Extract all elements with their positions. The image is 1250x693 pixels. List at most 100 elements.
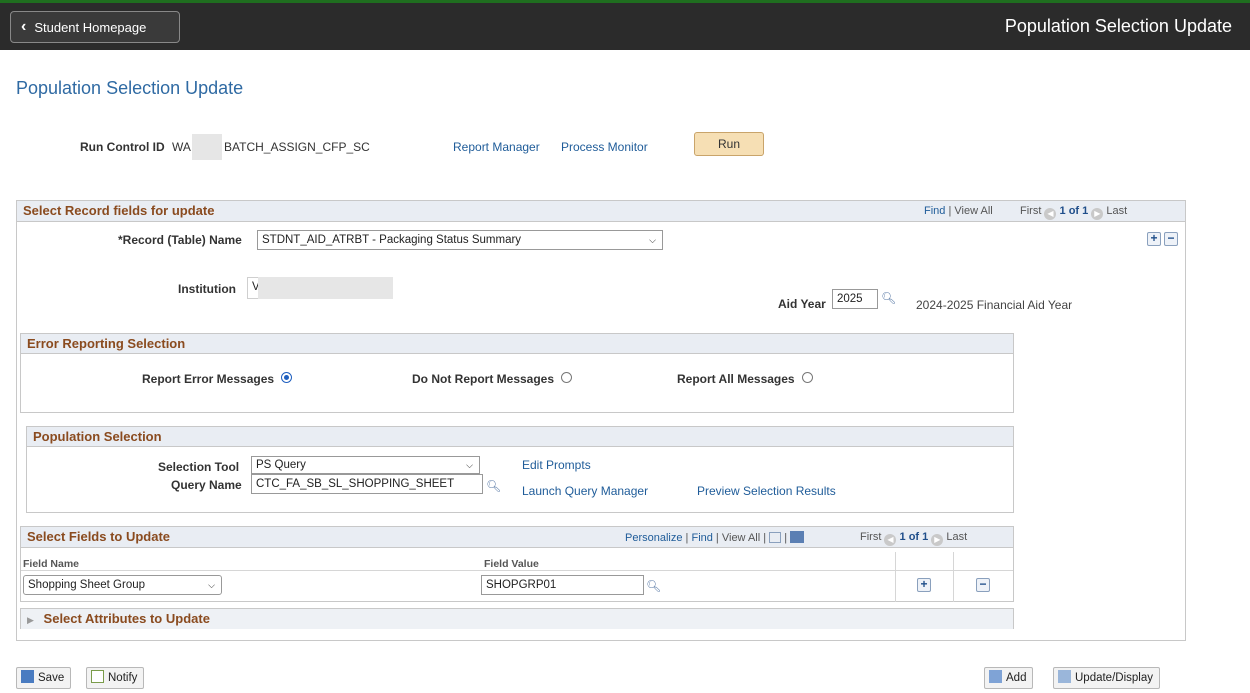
delete-row-icon[interactable]: − <box>976 578 990 592</box>
record-nav: Find | View All <box>924 205 993 217</box>
field-value-input[interactable]: SHOPGRP01 <box>481 575 644 595</box>
fields-first-label[interactable]: First <box>860 531 881 543</box>
personalize-link[interactable]: Personalize <box>625 532 682 544</box>
add-row-icon[interactable]: + <box>917 578 931 592</box>
attributes-update-title: Select Attributes to Update <box>43 611 210 626</box>
expand-arrow-icon[interactable]: ▶ <box>27 615 34 625</box>
selection-tool-label: Selection Tool <box>158 460 240 474</box>
notify-label: Notify <box>108 672 138 684</box>
selection-tool-select[interactable]: PS Query ⌵ <box>251 456 480 474</box>
do-not-report-radio[interactable] <box>561 372 573 383</box>
population-selection-title: Population Selection <box>33 429 162 444</box>
update-display-label: Update/Display <box>1075 672 1153 684</box>
save-icon <box>21 670 34 683</box>
edit-prompts-link[interactable]: Edit Prompts <box>522 458 591 472</box>
delete-row-icon[interactable]: − <box>1164 232 1178 246</box>
record-pager: First ◀ 1 of 1 ▶ Last <box>1020 205 1127 220</box>
error-reporting-title: Error Reporting Selection <box>27 336 186 351</box>
student-homepage-label: Student Homepage <box>34 19 147 35</box>
field-name-column-header: Field Name <box>23 558 80 570</box>
run-control-value-prefix: WA <box>172 140 191 154</box>
report-error-messages-option[interactable]: Report Error Messages <box>142 372 293 386</box>
fields-find-link[interactable]: Find <box>691 532 712 544</box>
query-name-label: Query Name <box>171 478 242 492</box>
report-all-option[interactable]: Report All Messages <box>677 372 813 386</box>
record-name-value: STDNT_AID_ATRBT - Packaging Status Summa… <box>262 234 522 246</box>
banner-title: Population Selection Update <box>1004 16 1232 36</box>
record-view-all-link[interactable]: View All <box>954 205 992 217</box>
field-value-value: SHOPGRP01 <box>486 579 557 591</box>
fields-nav: Personalize | Find | View All | | <box>625 531 805 544</box>
query-name-value: CTC_FA_SB_SL_SHOPPING_SHEET <box>256 478 455 490</box>
record-last-label[interactable]: Last <box>1106 205 1127 217</box>
population-selection-header: Population Selection <box>27 427 1013 447</box>
top-banner: ‹ Student Homepage Population Selection … <box>0 0 1250 50</box>
fields-view-all-link[interactable]: View All <box>722 532 760 544</box>
record-fields-header: Select Record fields for update <box>17 201 1185 222</box>
record-fields-title: Select Record fields for update <box>23 203 215 218</box>
report-error-messages-radio[interactable] <box>281 372 293 383</box>
next-icon[interactable]: ▶ <box>1091 208 1104 220</box>
field-name-select[interactable]: Shopping Sheet Group ⌵ <box>23 575 222 595</box>
report-all-radio[interactable] <box>801 372 813 383</box>
next-icon[interactable]: ▶ <box>931 534 944 546</box>
query-lookup-icon[interactable]: 🔍︎ <box>486 479 501 493</box>
field-name-value: Shopping Sheet Group <box>28 579 146 591</box>
grid-divider <box>21 570 1013 571</box>
add-button[interactable]: Add <box>984 667 1034 689</box>
chevron-left-icon: ‹ <box>21 18 27 35</box>
run-button[interactable]: Run <box>694 132 764 156</box>
add-icon <box>989 670 1002 683</box>
record-first-label[interactable]: First <box>1020 205 1041 217</box>
fields-update-title: Select Fields to Update <box>27 529 171 544</box>
aid-year-lookup-icon[interactable]: 🔍︎ <box>881 291 896 305</box>
chevron-down-icon: ⌵ <box>649 235 656 245</box>
selection-tool-value: PS Query <box>256 459 306 471</box>
institution-label: Institution <box>178 282 236 296</box>
grid-divider <box>953 552 954 602</box>
field-value-column-header: Field Value <box>484 558 539 570</box>
student-homepage-button[interactable]: ‹ Student Homepage <box>10 11 180 43</box>
record-name-label: *Record (Table) Name <box>118 233 242 247</box>
aid-year-input[interactable]: 2025 <box>832 289 878 309</box>
grid-divider <box>895 552 896 602</box>
fields-last-label[interactable]: Last <box>946 531 967 543</box>
aid-year-value: 2025 <box>837 293 863 305</box>
report-all-label: Report All Messages <box>677 372 795 386</box>
save-label: Save <box>38 672 65 684</box>
add-row-icon[interactable]: + <box>1147 232 1161 246</box>
redacted-block <box>192 134 222 160</box>
update-display-button[interactable]: Update/Display <box>1053 667 1160 689</box>
attributes-update-header[interactable]: ▶ Select Attributes to Update <box>21 609 1013 629</box>
page-title: Population Selection Update <box>16 78 244 98</box>
field-value-lookup-icon[interactable]: 🔍︎ <box>646 579 661 593</box>
update-display-icon <box>1058 670 1071 683</box>
download-grid-icon[interactable] <box>790 531 805 543</box>
run-control-value-suffix: BATCH_ASSIGN_CFP_SC <box>224 140 370 154</box>
do-not-report-option[interactable]: Do Not Report Messages <box>412 372 573 386</box>
record-find-link[interactable]: Find <box>924 205 945 217</box>
redacted-block <box>258 277 393 299</box>
previous-icon[interactable]: ◀ <box>884 534 897 546</box>
do-not-report-label: Do Not Report Messages <box>412 372 555 386</box>
previous-icon[interactable]: ◀ <box>1044 208 1057 220</box>
record-count: 1 of 1 <box>1059 205 1089 217</box>
notify-button[interactable]: Notify <box>86 667 145 689</box>
record-name-select[interactable]: STDNT_AID_ATRBT - Packaging Status Summa… <box>257 230 663 250</box>
report-manager-link[interactable]: Report Manager <box>453 140 540 154</box>
launch-query-manager-link[interactable]: Launch Query Manager <box>522 484 648 498</box>
chevron-down-icon: ⌵ <box>466 460 473 470</box>
aid-year-description: 2024-2025 Financial Aid Year <box>916 298 1073 312</box>
process-monitor-link[interactable]: Process Monitor <box>561 140 648 154</box>
error-reporting-header: Error Reporting Selection <box>21 334 1013 354</box>
zoom-grid-icon[interactable] <box>769 532 782 543</box>
notify-icon <box>91 670 104 683</box>
attributes-update-group[interactable]: ▶ Select Attributes to Update <box>20 608 1014 629</box>
preview-selection-results-link[interactable]: Preview Selection Results <box>697 484 836 498</box>
fields-pager: First ◀ 1 of 1 ▶ Last <box>860 531 967 546</box>
save-button[interactable]: Save <box>16 667 72 689</box>
chevron-down-icon: ⌵ <box>208 580 215 590</box>
query-name-input[interactable]: CTC_FA_SB_SL_SHOPPING_SHEET <box>251 474 483 494</box>
add-label: Add <box>1006 672 1027 684</box>
run-control-label: Run Control ID <box>80 140 165 154</box>
